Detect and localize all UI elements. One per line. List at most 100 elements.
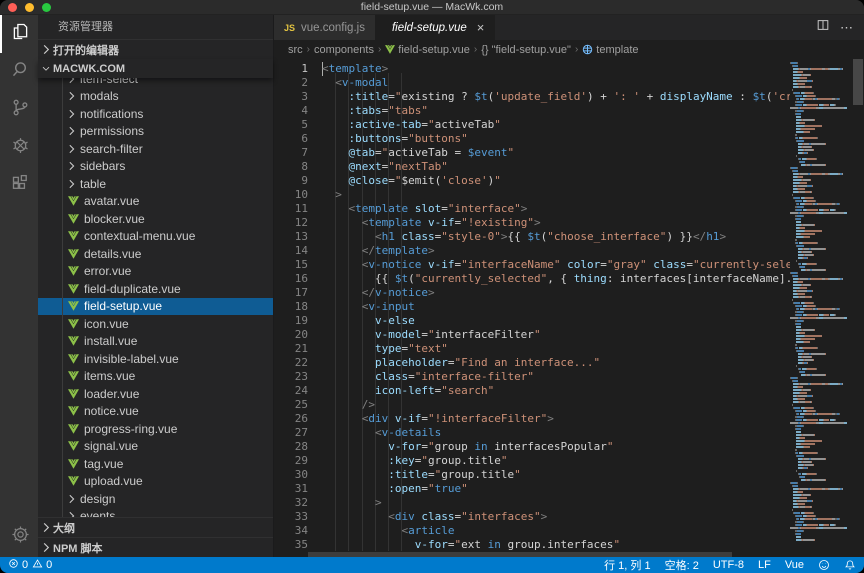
tree-item-signal.vue[interactable]: signal.vue: [38, 438, 273, 456]
minimap-line: [790, 146, 852, 148]
outline-section[interactable]: 大纲: [38, 517, 273, 537]
tree-item-loader.vue[interactable]: loader.vue: [38, 385, 273, 403]
tree-item-details.vue[interactable]: details.vue: [38, 245, 273, 263]
line-content: v-else: [308, 314, 415, 328]
chevron-right-icon: [68, 161, 75, 171]
minimize-window-button[interactable]: [25, 3, 34, 12]
activity-item-extensions[interactable]: [0, 167, 38, 205]
language-mode[interactable]: Vue: [785, 559, 804, 571]
minimap-line: [790, 380, 852, 382]
minimap-line: [790, 194, 852, 196]
scrollbar-thumb[interactable]: [308, 552, 732, 557]
minimap-line: [790, 215, 852, 217]
line-content: <v-notice v-if="interfaceName" color="gr…: [308, 258, 790, 272]
minimap-line: [790, 71, 852, 73]
minimap-line: [790, 191, 852, 193]
chevron-right-icon: [68, 144, 75, 154]
sidebar-title: 资源管理器: [38, 15, 273, 39]
more-actions-icon[interactable]: ⋯: [840, 20, 854, 36]
tree-item-modals[interactable]: modals: [38, 88, 273, 106]
tree-item-field-setup.vue[interactable]: field-setup.vue: [38, 298, 273, 316]
indentation[interactable]: 空格: 2: [665, 557, 699, 573]
minimap-line: [790, 530, 852, 532]
tree-item-sidebars[interactable]: sidebars: [38, 158, 273, 176]
activity-item-explorer[interactable]: [0, 15, 38, 53]
tabs: JSvue.config.jsfield-setup.vue×: [274, 15, 495, 40]
breadcrumb-label: components: [314, 44, 374, 56]
folder-root-section[interactable]: MACWK.COM: [38, 59, 273, 78]
tree-item-label: upload.vue: [84, 474, 143, 488]
breadcrumb-item-5[interactable]: template: [582, 44, 638, 56]
activity-item-search[interactable]: [0, 53, 38, 91]
tree-item-design[interactable]: design: [38, 490, 273, 508]
breadcrumb-separator: ›: [474, 44, 477, 55]
breadcrumb-item-3[interactable]: field-setup.vue: [385, 44, 470, 56]
close-icon[interactable]: ×: [477, 20, 485, 35]
tab-vue.config.js[interactable]: JSvue.config.js: [274, 15, 376, 40]
breadcrumb-label: field-setup.vue: [398, 44, 470, 56]
tree-item-blocker.vue[interactable]: blocker.vue: [38, 210, 273, 228]
tree-item-install.vue[interactable]: install.vue: [38, 333, 273, 351]
code-line: 28 v-for="group in interfacesPopular": [274, 440, 790, 454]
tree-item-upload.vue[interactable]: upload.vue: [38, 473, 273, 491]
minimap-line: [790, 185, 852, 187]
tree-item-tag.vue[interactable]: tag.vue: [38, 455, 273, 473]
activity-item-source-control[interactable]: [0, 91, 38, 129]
minimap-line: [790, 407, 852, 409]
activity-item-debug[interactable]: [0, 129, 38, 167]
feedback-smiley-icon[interactable]: [818, 559, 830, 571]
vue-file-icon: [68, 354, 79, 364]
tree-item-error.vue[interactable]: error.vue: [38, 263, 273, 281]
tree-item-permissions[interactable]: permissions: [38, 123, 273, 141]
status-bar-right: 行 1, 列 1 空格: 2 UTF-8 LF Vue: [604, 557, 856, 573]
line-content: >: [308, 496, 382, 510]
tree-item-progress-ring.vue[interactable]: progress-ring.vue: [38, 420, 273, 438]
minimap-line: [790, 188, 852, 190]
vertical-scrollbar[interactable]: [852, 59, 864, 557]
horizontal-scrollbar[interactable]: [308, 552, 790, 557]
breadcrumb-item-4[interactable]: {} "field-setup.vue": [481, 44, 571, 56]
split-editor-icon[interactable]: [816, 18, 830, 37]
chevron-right-icon: [42, 44, 50, 55]
tree-item-notifications[interactable]: notifications: [38, 105, 273, 123]
close-window-button[interactable]: [8, 3, 17, 12]
breadcrumb-item-2[interactable]: components: [314, 44, 374, 56]
minimap-line: [790, 233, 852, 235]
line-content: <v-details: [308, 426, 441, 440]
scrollbar-thumb[interactable]: [853, 59, 863, 105]
eol[interactable]: LF: [758, 559, 771, 571]
open-editors-section[interactable]: 打开的编辑器: [38, 39, 273, 59]
tree-item-field-duplicate.vue[interactable]: field-duplicate.vue: [38, 280, 273, 298]
tree-item-invisible-label.vue[interactable]: invisible-label.vue: [38, 350, 273, 368]
tree-item-items.vue[interactable]: items.vue: [38, 368, 273, 386]
activity-item-settings[interactable]: [0, 517, 38, 557]
tree-item-icon.vue[interactable]: icon.vue: [38, 315, 273, 333]
problems-warnings[interactable]: 0: [32, 558, 52, 572]
minimap-line: [790, 179, 852, 181]
problems-errors[interactable]: 0: [8, 558, 28, 572]
code-line: 29 :key="group.title": [274, 454, 790, 468]
tree-item-contextual-menu.vue[interactable]: contextual-menu.vue: [38, 228, 273, 246]
minimap-line: [790, 344, 852, 346]
tab-field-setup.vue[interactable]: field-setup.vue×: [376, 15, 495, 40]
tree-item-events[interactable]: events: [38, 508, 273, 518]
tree-item-search-filter[interactable]: search-filter: [38, 140, 273, 158]
encoding[interactable]: UTF-8: [713, 559, 744, 571]
npm-scripts-section[interactable]: NPM 脚本: [38, 537, 273, 557]
notifications-bell-icon[interactable]: [844, 559, 856, 571]
minimap-line: [790, 269, 852, 271]
breadcrumb-item-1[interactable]: src: [288, 44, 303, 56]
line-number: 8: [274, 160, 308, 174]
tree-item-avatar.vue[interactable]: avatar.vue: [38, 193, 273, 211]
tree-item-label: sidebars: [80, 159, 125, 173]
breadcrumb-label: src: [288, 44, 303, 56]
cursor-position[interactable]: 行 1, 列 1: [604, 557, 650, 573]
tree-item-notice.vue[interactable]: notice.vue: [38, 403, 273, 421]
breadcrumb-label: template: [596, 44, 638, 56]
zoom-window-button[interactable]: [42, 3, 51, 12]
code-editor[interactable]: 1<template>2 <v-modal3 :title="existing …: [274, 59, 864, 557]
minimap-line: [790, 92, 852, 94]
tree-item-table[interactable]: table: [38, 175, 273, 193]
minimap[interactable]: [790, 59, 852, 557]
tree-item-item-select[interactable]: item-select: [38, 78, 273, 88]
